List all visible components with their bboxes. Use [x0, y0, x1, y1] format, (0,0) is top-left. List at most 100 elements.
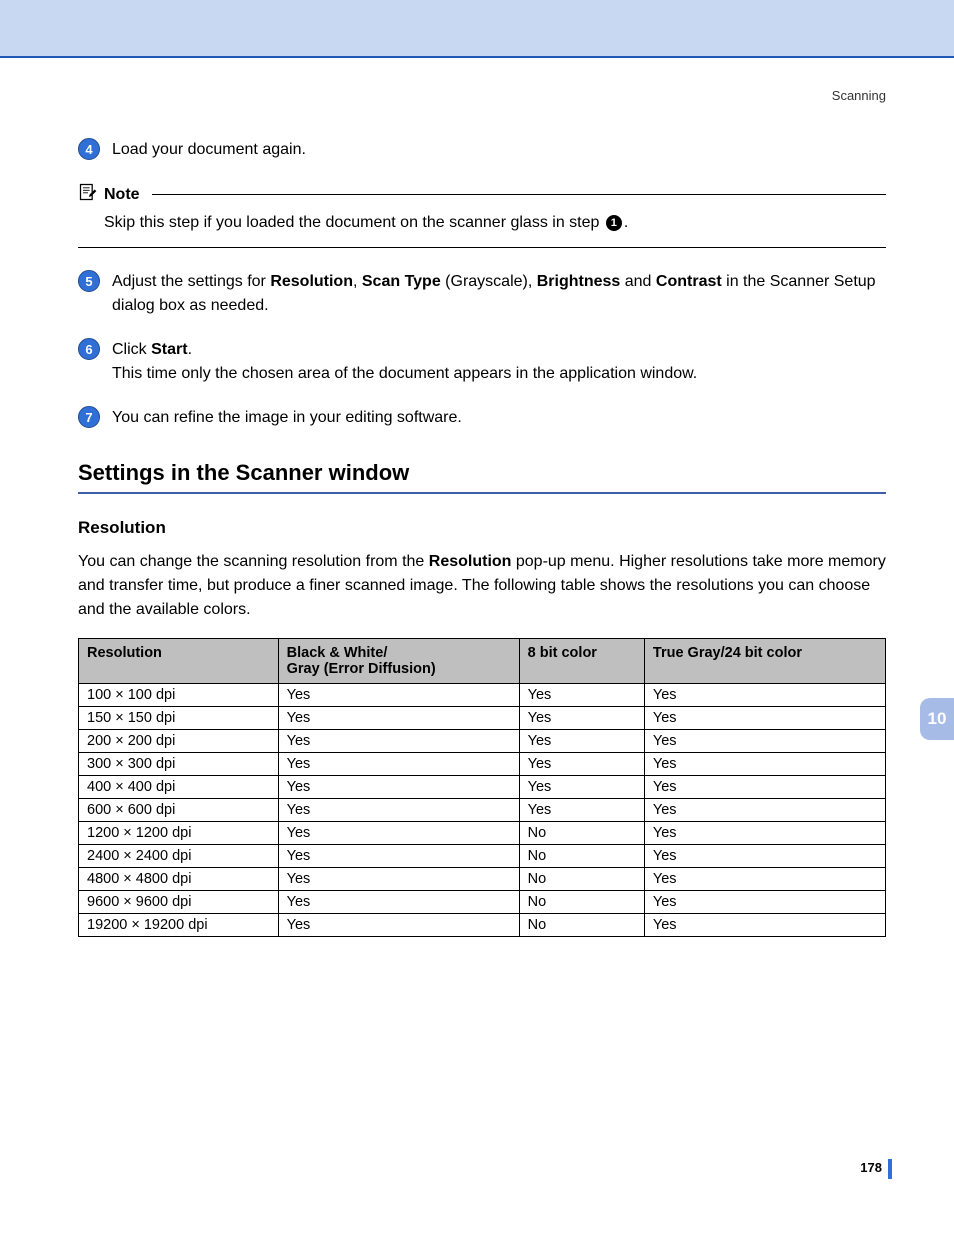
subsection-heading: Resolution: [78, 518, 886, 538]
note-icon: [78, 182, 98, 207]
step-number-icon: 5: [78, 270, 100, 292]
table-cell: 600 × 600 dpi: [79, 799, 279, 822]
table-cell: Yes: [644, 707, 885, 730]
th-bw: Black & White/ Gray (Error Diffusion): [278, 639, 519, 684]
table-cell: 2400 × 2400 dpi: [79, 845, 279, 868]
step-bullet-7: 7: [78, 406, 102, 428]
table-row: 300 × 300 dpiYesYesYes: [79, 753, 886, 776]
step5-c3: and: [620, 273, 656, 290]
step5-b3: Brightness: [537, 273, 621, 290]
step-7: 7 You can refine the image in your editi…: [78, 406, 886, 430]
table-cell: Yes: [278, 891, 519, 914]
step5-b4: Contrast: [656, 273, 722, 290]
table-cell: Yes: [278, 776, 519, 799]
step6-post: .: [188, 341, 192, 358]
step-number-icon: 4: [78, 138, 100, 160]
page-content: Scanning 10 4 Load your document again. …: [0, 58, 954, 1235]
table-cell: Yes: [519, 799, 644, 822]
chapter-tab-number: 10: [928, 709, 947, 729]
step-bullet-5: 5: [78, 270, 102, 292]
table-cell: Yes: [278, 799, 519, 822]
step-bullet-6: 6: [78, 338, 102, 360]
table-cell: Yes: [644, 868, 885, 891]
table-header-row: Resolution Black & White/ Gray (Error Di…: [79, 639, 886, 684]
table-cell: Yes: [278, 684, 519, 707]
table-cell: Yes: [644, 776, 885, 799]
table-row: 2400 × 2400 dpiYesNoYes: [79, 845, 886, 868]
step-4-text: Load your document again.: [112, 138, 306, 162]
th-resolution: Resolution: [79, 639, 279, 684]
table-row: 9600 × 9600 dpiYesNoYes: [79, 891, 886, 914]
table-cell: No: [519, 868, 644, 891]
section-heading: Settings in the Scanner window: [78, 460, 886, 494]
table-row: 19200 × 19200 dpiYesNoYes: [79, 914, 886, 937]
note-text-pre: Skip this step if you loaded the documen…: [104, 214, 604, 231]
step-bullet-4: 4: [78, 138, 102, 160]
step5-b1: Resolution: [270, 273, 353, 290]
table-row: 4800 × 4800 dpiYesNoYes: [79, 868, 886, 891]
table-cell: 400 × 400 dpi: [79, 776, 279, 799]
note-label: Note: [104, 186, 140, 204]
table-cell: Yes: [278, 868, 519, 891]
table-cell: Yes: [644, 799, 885, 822]
table-cell: 200 × 200 dpi: [79, 730, 279, 753]
th-truegray: True Gray/24 bit color: [644, 639, 885, 684]
step5-pre: Adjust the settings for: [112, 273, 270, 290]
table-cell: Yes: [644, 684, 885, 707]
table-cell: Yes: [278, 730, 519, 753]
table-cell: 4800 × 4800 dpi: [79, 868, 279, 891]
table-row: 100 × 100 dpiYesYesYes: [79, 684, 886, 707]
table-cell: Yes: [519, 707, 644, 730]
step-6-text: Click Start. This time only the chosen a…: [112, 338, 697, 386]
step-6: 6 Click Start. This time only the chosen…: [78, 338, 886, 386]
step6-pre: Click: [112, 341, 151, 358]
step-7-text: You can refine the image in your editing…: [112, 406, 462, 430]
note-rule-line: [152, 194, 886, 195]
step5-c1: ,: [353, 273, 362, 290]
table-cell: Yes: [519, 776, 644, 799]
step6-b: Start: [151, 341, 187, 358]
top-color-band: [0, 0, 954, 58]
th-8bit: 8 bit color: [519, 639, 644, 684]
step5-b2: Scan Type: [362, 273, 441, 290]
table-cell: No: [519, 822, 644, 845]
table-row: 400 × 400 dpiYesYesYes: [79, 776, 886, 799]
step-reference-icon: 1: [606, 215, 622, 231]
table-cell: 150 × 150 dpi: [79, 707, 279, 730]
table-cell: Yes: [644, 730, 885, 753]
table-cell: 300 × 300 dpi: [79, 753, 279, 776]
table-cell: No: [519, 914, 644, 937]
table-cell: Yes: [519, 684, 644, 707]
table-cell: Yes: [644, 753, 885, 776]
table-row: 600 × 600 dpiYesYesYes: [79, 799, 886, 822]
table-cell: Yes: [278, 914, 519, 937]
step-5-text: Adjust the settings for Resolution, Scan…: [112, 270, 886, 318]
table-cell: Yes: [519, 753, 644, 776]
step-number-icon: 7: [78, 406, 100, 428]
table-row: 1200 × 1200 dpiYesNoYes: [79, 822, 886, 845]
table-cell: Yes: [644, 914, 885, 937]
table-cell: Yes: [644, 845, 885, 868]
table-cell: 1200 × 1200 dpi: [79, 822, 279, 845]
resolution-table: Resolution Black & White/ Gray (Error Di…: [78, 638, 886, 937]
note-box: Note Skip this step if you loaded the do…: [78, 182, 886, 248]
table-cell: 9600 × 9600 dpi: [79, 891, 279, 914]
table-cell: No: [519, 891, 644, 914]
step5-c2: (Grayscale),: [441, 273, 537, 290]
header-section-label: Scanning: [832, 88, 886, 103]
resolution-paragraph: You can change the scanning resolution f…: [78, 550, 886, 622]
step-4: 4 Load your document again.: [78, 138, 886, 162]
table-cell: Yes: [519, 730, 644, 753]
step-number-icon: 6: [78, 338, 100, 360]
table-cell: 100 × 100 dpi: [79, 684, 279, 707]
table-row: 150 × 150 dpiYesYesYes: [79, 707, 886, 730]
para-pre: You can change the scanning resolution f…: [78, 553, 429, 570]
note-text-post: .: [624, 214, 628, 231]
table-cell: 19200 × 19200 dpi: [79, 914, 279, 937]
table-cell: Yes: [278, 707, 519, 730]
page-number: 178: [860, 1160, 882, 1175]
table-cell: Yes: [644, 891, 885, 914]
chapter-tab: 10: [920, 698, 954, 740]
step6-line2: This time only the chosen area of the do…: [112, 362, 697, 386]
page-number-accent: [888, 1159, 892, 1179]
